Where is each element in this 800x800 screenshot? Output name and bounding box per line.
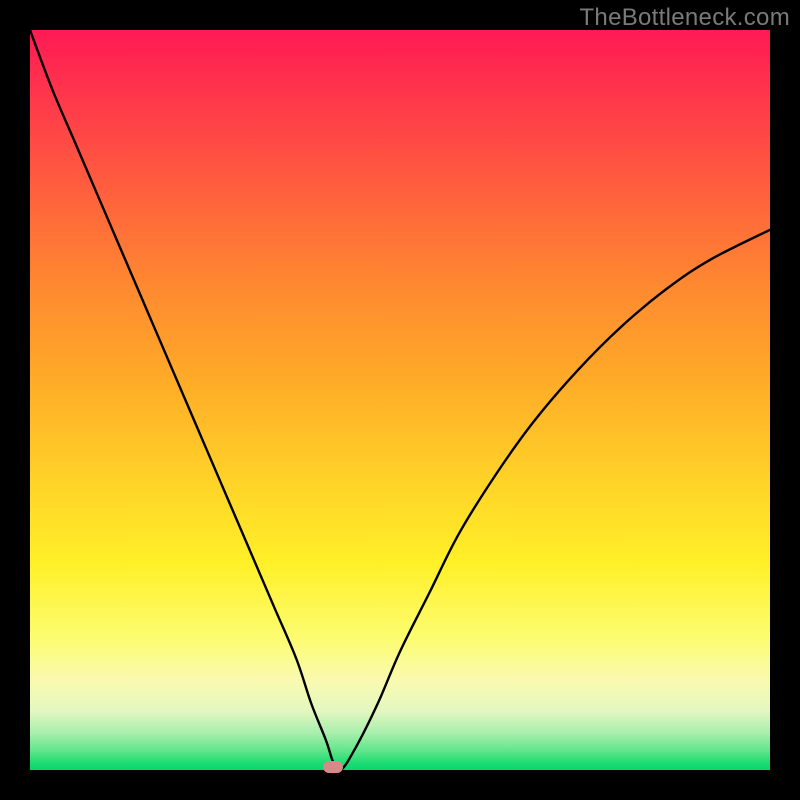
- watermark-text: TheBottleneck.com: [579, 4, 790, 32]
- curve-path: [30, 30, 770, 770]
- bottleneck-curve: [30, 30, 770, 770]
- chart-frame: TheBottleneck.com: [0, 0, 800, 800]
- plot-area: [30, 30, 770, 770]
- optimal-point-marker: [323, 761, 343, 773]
